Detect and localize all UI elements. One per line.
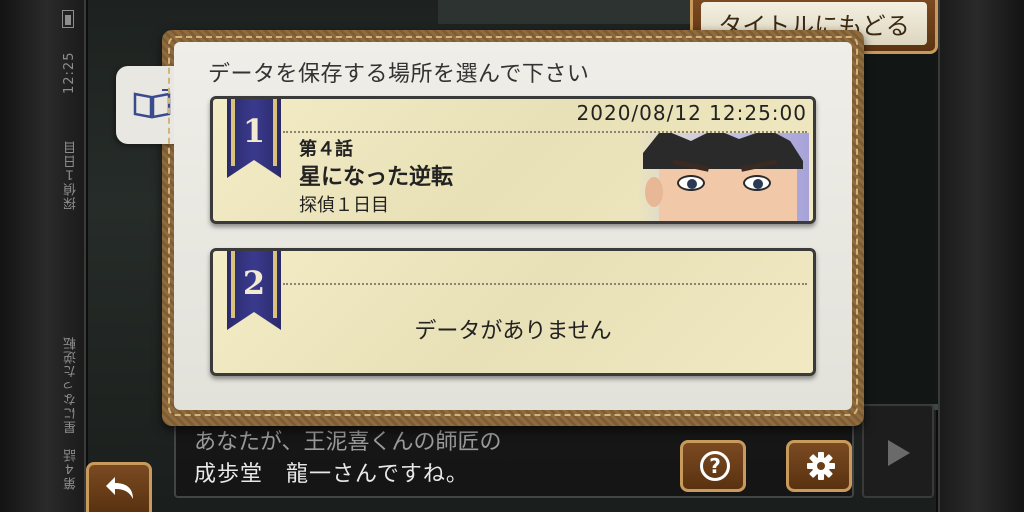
slot-episode: 第４話 bbox=[299, 139, 353, 160]
slot-title: 星になった逆転 bbox=[299, 165, 454, 190]
slot-date: 2020/08/12 12:25:00 bbox=[576, 101, 807, 125]
save-slot-1[interactable]: 1 2020/08/12 12:25:00 第４話 星になった逆転 探偵１日目 bbox=[210, 96, 816, 224]
chapter-progress: 探偵１日目 bbox=[64, 140, 79, 210]
clock-time: 12:25 bbox=[62, 51, 77, 94]
back-arrow-icon bbox=[106, 477, 133, 499]
next-button[interactable] bbox=[862, 404, 934, 498]
dialog-line: 成歩堂 龍一さんですね。 bbox=[194, 462, 469, 487]
panel-heading: データを保存する場所を選んで下さい bbox=[208, 62, 590, 87]
slot-number: 1 bbox=[242, 112, 266, 150]
empty-slot-text: データがありません bbox=[414, 319, 612, 344]
slot-number-ribbon: 1 bbox=[227, 99, 281, 178]
right-side-bar bbox=[938, 0, 1024, 512]
help-button[interactable]: ? bbox=[680, 440, 746, 492]
character-portrait bbox=[637, 133, 809, 221]
slot-progress: 探偵１日目 bbox=[299, 195, 389, 216]
save-slot-2[interactable]: 2 データがありません bbox=[210, 248, 816, 376]
slot-number: 2 bbox=[242, 264, 266, 302]
gear-icon bbox=[807, 452, 835, 480]
play-arrow-icon bbox=[888, 440, 910, 466]
settings-button[interactable] bbox=[786, 440, 852, 492]
back-button[interactable] bbox=[86, 462, 152, 512]
chapter-name: 第４話 星になった逆転 bbox=[64, 336, 79, 490]
dialog-box[interactable]: あなたが、王泥喜くんの師匠の 成歩堂 龍一さんですね。 bbox=[174, 418, 854, 498]
book-icon bbox=[133, 89, 171, 119]
slot-divider bbox=[283, 283, 807, 285]
battery-icon bbox=[62, 10, 74, 28]
dialog-line: あなたが、王泥喜くんの師匠の bbox=[194, 430, 502, 455]
question-icon: ? bbox=[700, 451, 730, 481]
